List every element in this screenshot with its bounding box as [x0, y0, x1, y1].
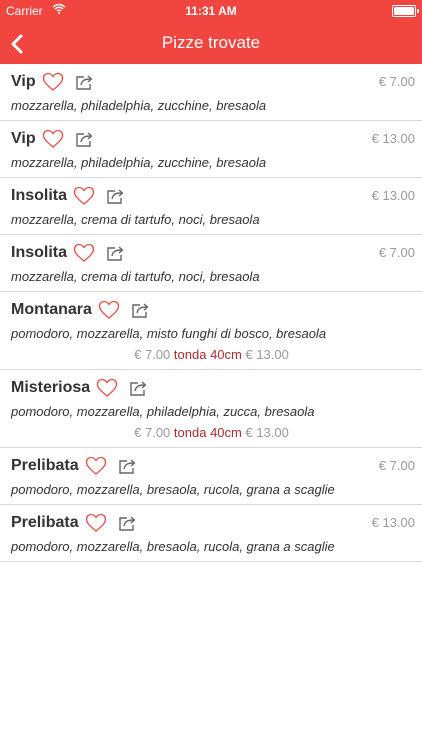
pizza-name: Vip [11, 130, 36, 147]
price: € 7.00 [378, 245, 415, 260]
share-icon[interactable] [106, 187, 126, 205]
size-label: tonda 40cm [173, 347, 242, 362]
pizza-name: Prelibata [11, 457, 79, 474]
clock: 11:31 AM [185, 4, 237, 18]
pizza-name: Insolita [11, 244, 68, 261]
pizza-list: Vip € 7.00 mozzarella, philadelphia, zucch… [0, 64, 422, 562]
share-icon[interactable] [129, 379, 149, 397]
price-range: € 7.00 tonda 40cm € 13.00 [11, 425, 412, 440]
size-label: tonda 40cm [173, 425, 242, 440]
share-icon[interactable] [118, 457, 138, 475]
list-item[interactable]: Insolita € 13.00 mozzarella, crema di tart… [0, 178, 422, 235]
ingredients: pomodoro, mozzarella, misto funghi di bo… [11, 326, 327, 341]
pizza-name: Vip [11, 73, 36, 90]
price-from: € 7.00 [134, 425, 171, 440]
ingredients: mozzarella, crema di tartufo, noci, bres… [11, 212, 260, 227]
share-icon[interactable] [75, 130, 95, 148]
pizza-name: Misteriosa [11, 379, 91, 396]
ingredients: pomodoro, mozzarella, philadelphia, zucc… [11, 404, 315, 419]
list-item[interactable]: Insolita € 7.00 mozzarella, crema di tartu… [0, 235, 422, 292]
list-item[interactable]: Misteriosa pomodoro, mozzarella, philadel… [0, 370, 422, 448]
share-icon[interactable] [131, 301, 151, 319]
status-bar: Carrier 11:31 AM [0, 0, 422, 22]
share-icon[interactable] [75, 73, 95, 91]
ingredients: mozzarella, philadelphia, zucchine, bres… [11, 155, 267, 170]
price: € 7.00 [378, 74, 415, 89]
pizza-name: Prelibata [11, 514, 79, 531]
heart-icon[interactable] [85, 513, 107, 533]
battery-icon [392, 5, 419, 17]
nav-bar: Pizze trovate [0, 22, 422, 64]
page-title: Pizze trovate [161, 33, 261, 52]
heart-icon[interactable] [96, 378, 118, 398]
price: € 7.00 [378, 458, 415, 473]
list-item[interactable]: Prelibata € 13.00 pomodoro, mozzarella, br… [0, 505, 422, 562]
ingredients: mozzarella, crema di tartufo, noci, bres… [11, 269, 260, 284]
price: € 13.00 [371, 188, 415, 203]
price-to: € 13.00 [245, 347, 289, 362]
list-item[interactable]: Vip € 7.00 mozzarella, philadelphia, zucch… [0, 64, 422, 121]
share-icon[interactable] [118, 514, 138, 532]
list-item[interactable]: Prelibata € 7.00 pomodoro, mozzarella, bre… [0, 448, 422, 505]
price: € 13.00 [371, 131, 415, 146]
ingredients: pomodoro, mozzarella, bresaola, rucola, … [11, 539, 335, 554]
share-icon[interactable] [106, 244, 126, 262]
ingredients: pomodoro, mozzarella, bresaola, rucola, … [11, 482, 335, 497]
pizza-name: Insolita [11, 187, 68, 204]
list-item[interactable]: Montanara pomodoro, mozzarella, misto fun… [0, 292, 422, 370]
heart-icon[interactable] [42, 72, 64, 92]
price-to: € 13.00 [245, 425, 289, 440]
list-item[interactable]: Vip € 13.00 mozzarella, philadelphia, zucc… [0, 121, 422, 178]
heart-icon[interactable] [42, 129, 64, 149]
app-header: Carrier 11:31 AM Pizze trovate [0, 0, 422, 64]
price: € 13.00 [371, 515, 415, 530]
price-from: € 7.00 [134, 347, 171, 362]
heart-icon[interactable] [73, 186, 95, 206]
heart-icon[interactable] [98, 300, 120, 320]
heart-icon[interactable] [73, 243, 95, 263]
price-range: € 7.00 tonda 40cm € 13.00 [11, 347, 412, 362]
pizza-name: Montanara [11, 301, 92, 318]
heart-icon[interactable] [85, 456, 107, 476]
ingredients: mozzarella, philadelphia, zucchine, bres… [11, 98, 267, 113]
